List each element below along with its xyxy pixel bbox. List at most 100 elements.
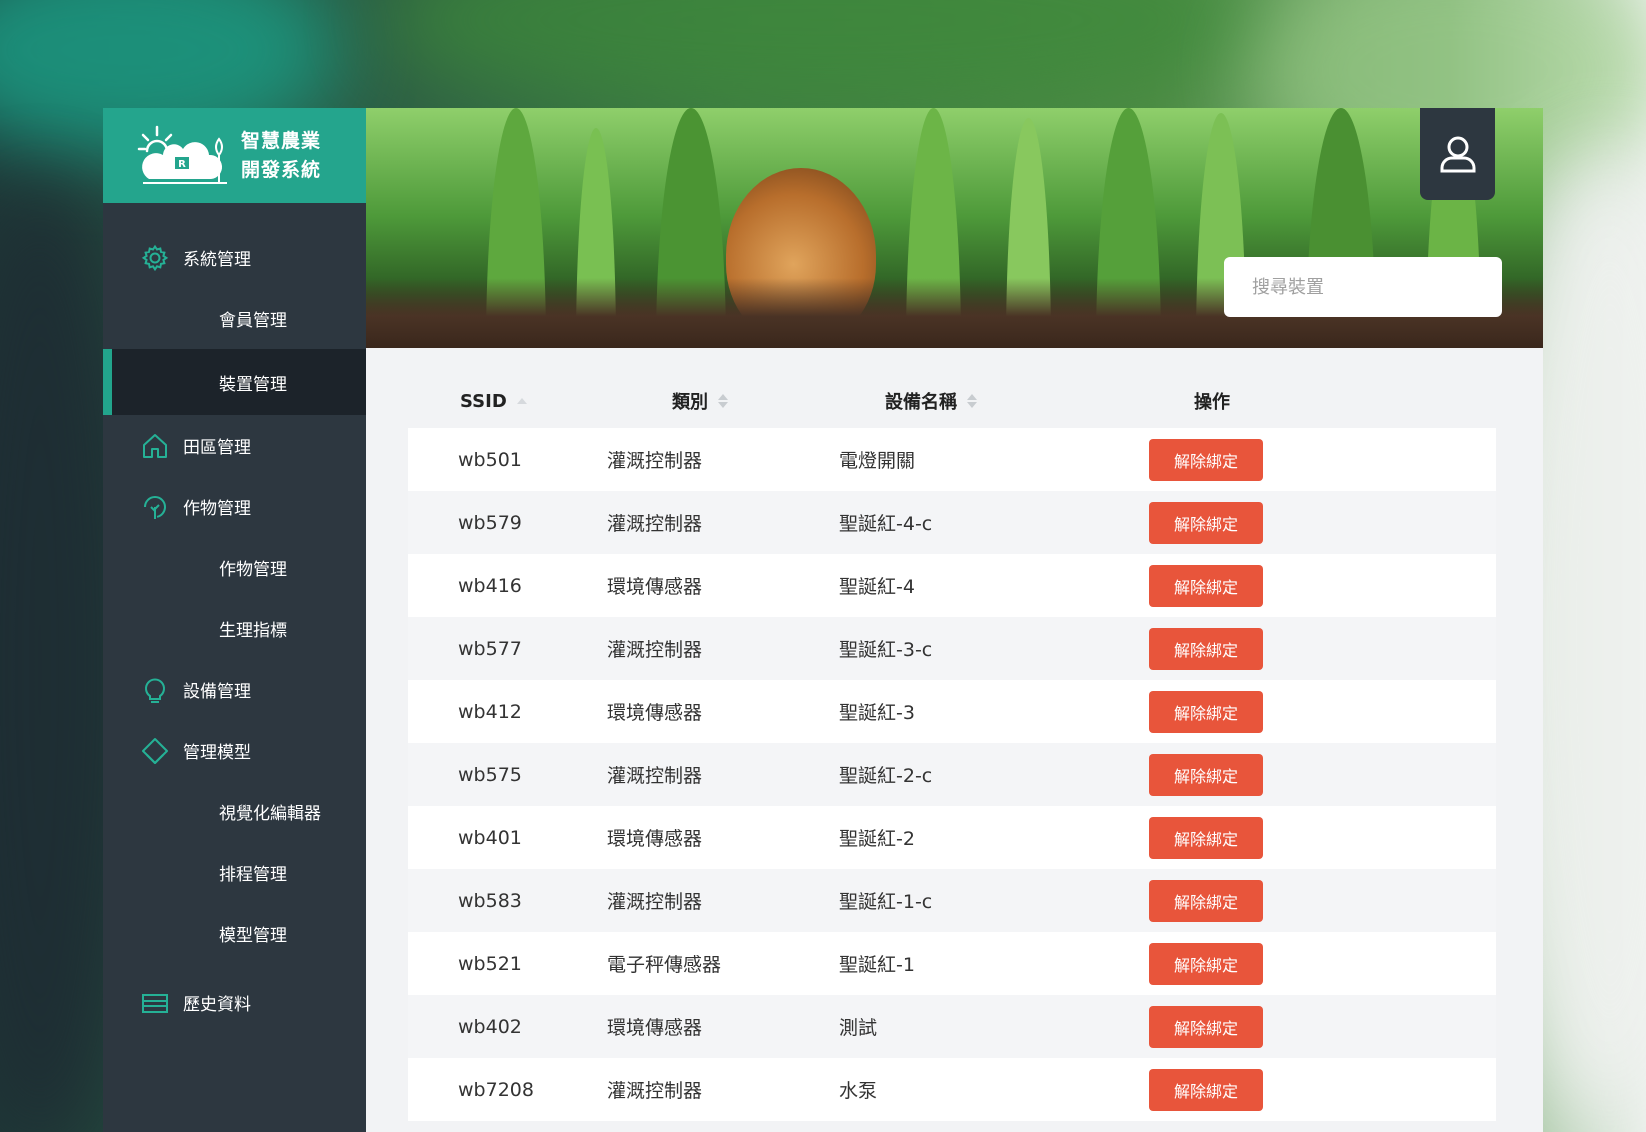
brand-title: 智慧農業 開發系統 bbox=[241, 127, 321, 185]
cell-device-name: 聖誕紅-4-c bbox=[839, 513, 933, 535]
sidebar-item-crop-manage[interactable]: 作物管理 bbox=[103, 537, 366, 598]
sidebar-item-label: 作物管理 bbox=[183, 499, 251, 519]
column-header-label: 操作 bbox=[1194, 392, 1230, 413]
brand-logo[interactable]: R 智慧農業 開發系統 bbox=[103, 108, 366, 203]
cell-device-name: 聖誕紅-3 bbox=[839, 702, 915, 724]
table-row: wb7208 灌溉控制器 水泵 解除綁定 bbox=[408, 1058, 1496, 1121]
cell-device-name: 測試 bbox=[839, 1017, 878, 1039]
cell-device-name: 聖誕紅-1 bbox=[839, 954, 915, 976]
column-header-label: SSID bbox=[460, 390, 507, 412]
sidebar-item-fields[interactable]: 田區管理 bbox=[103, 415, 366, 476]
user-menu-button[interactable] bbox=[1420, 108, 1495, 200]
cell-ssid: wb583 bbox=[458, 889, 522, 912]
search-input[interactable] bbox=[1224, 257, 1502, 317]
cell-ssid: wb521 bbox=[458, 952, 522, 975]
table-row: wb412 環境傳感器 聖誕紅-3 解除綁定 bbox=[408, 680, 1496, 743]
sidebar-item-label: 系統管理 bbox=[183, 250, 251, 270]
unbind-button[interactable]: 解除綁定 bbox=[1149, 1005, 1263, 1048]
unbind-button[interactable]: 解除綁定 bbox=[1149, 501, 1263, 544]
cell-type: 環境傳感器 bbox=[607, 576, 703, 598]
cell-type: 灌溉控制器 bbox=[607, 513, 703, 535]
home-icon bbox=[141, 432, 169, 460]
sidebar: R 智慧農業 開發系統 系統管理 會員管理 裝置管理 田區管理 作物管理 作物管… bbox=[103, 108, 366, 1132]
app-window: R 智慧農業 開發系統 系統管理 會員管理 裝置管理 田區管理 作物管理 作物管… bbox=[103, 108, 1543, 1132]
device-table: wb501 灌溉控制器 電燈開關 解除綁定 wb579 灌溉控制器 聖誕紅-4-… bbox=[408, 428, 1496, 1121]
cell-type: 環境傳感器 bbox=[607, 1017, 703, 1039]
cell-ssid: wb401 bbox=[458, 826, 522, 849]
cell-ssid: wb416 bbox=[458, 574, 522, 597]
column-header-name[interactable]: 設備名稱 bbox=[839, 388, 1149, 414]
cell-device-name: 聖誕紅-2 bbox=[839, 828, 915, 850]
sidebar-item-schedule[interactable]: 排程管理 bbox=[103, 842, 366, 903]
sidebar-item-label: 排程管理 bbox=[219, 865, 287, 885]
unbind-button[interactable]: 解除綁定 bbox=[1149, 438, 1263, 481]
user-icon bbox=[1440, 136, 1475, 173]
table-row: wb579 灌溉控制器 聖誕紅-4-c 解除綁定 bbox=[408, 491, 1496, 554]
sidebar-item-physiology[interactable]: 生理指標 bbox=[103, 598, 366, 659]
cell-device-name: 聖誕紅-1-c bbox=[839, 891, 933, 913]
brand-line-2: 開發系統 bbox=[241, 158, 322, 181]
cell-ssid: wb575 bbox=[458, 763, 522, 786]
cell-ssid: wb7208 bbox=[458, 1078, 534, 1101]
cell-ssid: wb412 bbox=[458, 700, 522, 723]
unbind-button[interactable]: 解除綁定 bbox=[1149, 753, 1263, 796]
cell-device-name: 聖誕紅-4 bbox=[839, 576, 915, 598]
cell-device-name: 水泵 bbox=[839, 1080, 878, 1102]
header-banner bbox=[366, 108, 1543, 348]
sidebar-item-visual-editor[interactable]: 視覺化編輯器 bbox=[103, 781, 366, 842]
table-row: wb583 灌溉控制器 聖誕紅-1-c 解除綁定 bbox=[408, 869, 1496, 932]
brand-line-1: 智慧農業 bbox=[241, 129, 322, 152]
column-header-type[interactable]: 類別 bbox=[607, 388, 839, 414]
unbind-button[interactable]: 解除綁定 bbox=[1149, 627, 1263, 670]
sidebar-item-label: 視覺化編輯器 bbox=[219, 804, 321, 824]
gear-icon bbox=[141, 244, 169, 272]
unbind-button[interactable]: 解除綁定 bbox=[1149, 879, 1263, 922]
cell-type: 灌溉控制器 bbox=[607, 450, 703, 472]
sidebar-item-label: 裝置管理 bbox=[219, 374, 287, 395]
cell-type: 灌溉控制器 bbox=[607, 1080, 703, 1102]
cell-type: 灌溉控制器 bbox=[607, 765, 703, 787]
unbind-button[interactable]: 解除綁定 bbox=[1149, 816, 1263, 859]
table-row: wb416 環境傳感器 聖誕紅-4 解除綁定 bbox=[408, 554, 1496, 617]
table-row: wb401 環境傳感器 聖誕紅-2 解除綁定 bbox=[408, 806, 1496, 869]
column-header-label: 設備名稱 bbox=[885, 392, 957, 413]
sort-asc-icon bbox=[516, 397, 527, 405]
sidebar-item-devices[interactable]: 裝置管理 bbox=[103, 349, 366, 415]
sidebar-item-label: 田區管理 bbox=[183, 438, 251, 458]
diamond-icon bbox=[141, 737, 169, 765]
cell-type: 電子秤傳感器 bbox=[607, 954, 722, 976]
sidebar-item-crops[interactable]: 作物管理 bbox=[103, 476, 366, 537]
sidebar-item-label: 設備管理 bbox=[183, 682, 251, 702]
unbind-button[interactable]: 解除綁定 bbox=[1149, 1068, 1263, 1111]
cell-ssid: wb402 bbox=[458, 1015, 522, 1038]
sidebar-nav: 系統管理 會員管理 裝置管理 田區管理 作物管理 作物管理 生理指標 設備管理 … bbox=[103, 203, 366, 1033]
unbind-button[interactable]: 解除綁定 bbox=[1149, 942, 1263, 985]
sidebar-item-label: 作物管理 bbox=[219, 560, 287, 580]
unbind-button[interactable]: 解除綁定 bbox=[1149, 690, 1263, 733]
cell-device-name: 電燈開關 bbox=[839, 450, 916, 472]
table-row: wb501 灌溉控制器 電燈開關 解除綁定 bbox=[408, 428, 1496, 491]
table-row: wb577 灌溉控制器 聖誕紅-3-c 解除綁定 bbox=[408, 617, 1496, 680]
cell-type: 環境傳感器 bbox=[607, 828, 703, 850]
column-header-ssid[interactable]: SSID bbox=[408, 391, 607, 412]
unbind-button[interactable]: 解除綁定 bbox=[1149, 564, 1263, 607]
svg-text:R: R bbox=[178, 159, 186, 170]
cell-ssid: wb577 bbox=[458, 637, 522, 660]
sort-icon bbox=[718, 393, 728, 409]
sidebar-item-system[interactable]: 系統管理 bbox=[103, 227, 366, 288]
cell-ssid: wb501 bbox=[458, 448, 522, 471]
table-row: wb402 環境傳感器 測試 解除綁定 bbox=[408, 995, 1496, 1058]
sidebar-item-models[interactable]: 管理模型 bbox=[103, 720, 366, 781]
sidebar-item-members[interactable]: 會員管理 bbox=[103, 288, 366, 349]
cell-device-name: 聖誕紅-2-c bbox=[839, 765, 933, 787]
sidebar-item-label: 管理模型 bbox=[183, 743, 251, 763]
sidebar-item-history[interactable]: 歷史資料 bbox=[103, 972, 366, 1033]
sidebar-item-label: 模型管理 bbox=[219, 926, 287, 946]
main-content: SSID 類別 設備名稱 操作 wb501 灌溉控制器 電燈開關 解除綁定 bbox=[366, 108, 1543, 1132]
leaf-icon bbox=[141, 493, 169, 521]
column-header-label: 類別 bbox=[672, 392, 708, 413]
sidebar-item-equipment[interactable]: 設備管理 bbox=[103, 659, 366, 720]
sidebar-item-model-manage[interactable]: 模型管理 bbox=[103, 903, 366, 964]
cell-type: 灌溉控制器 bbox=[607, 891, 703, 913]
table-row: wb521 電子秤傳感器 聖誕紅-1 解除綁定 bbox=[408, 932, 1496, 995]
